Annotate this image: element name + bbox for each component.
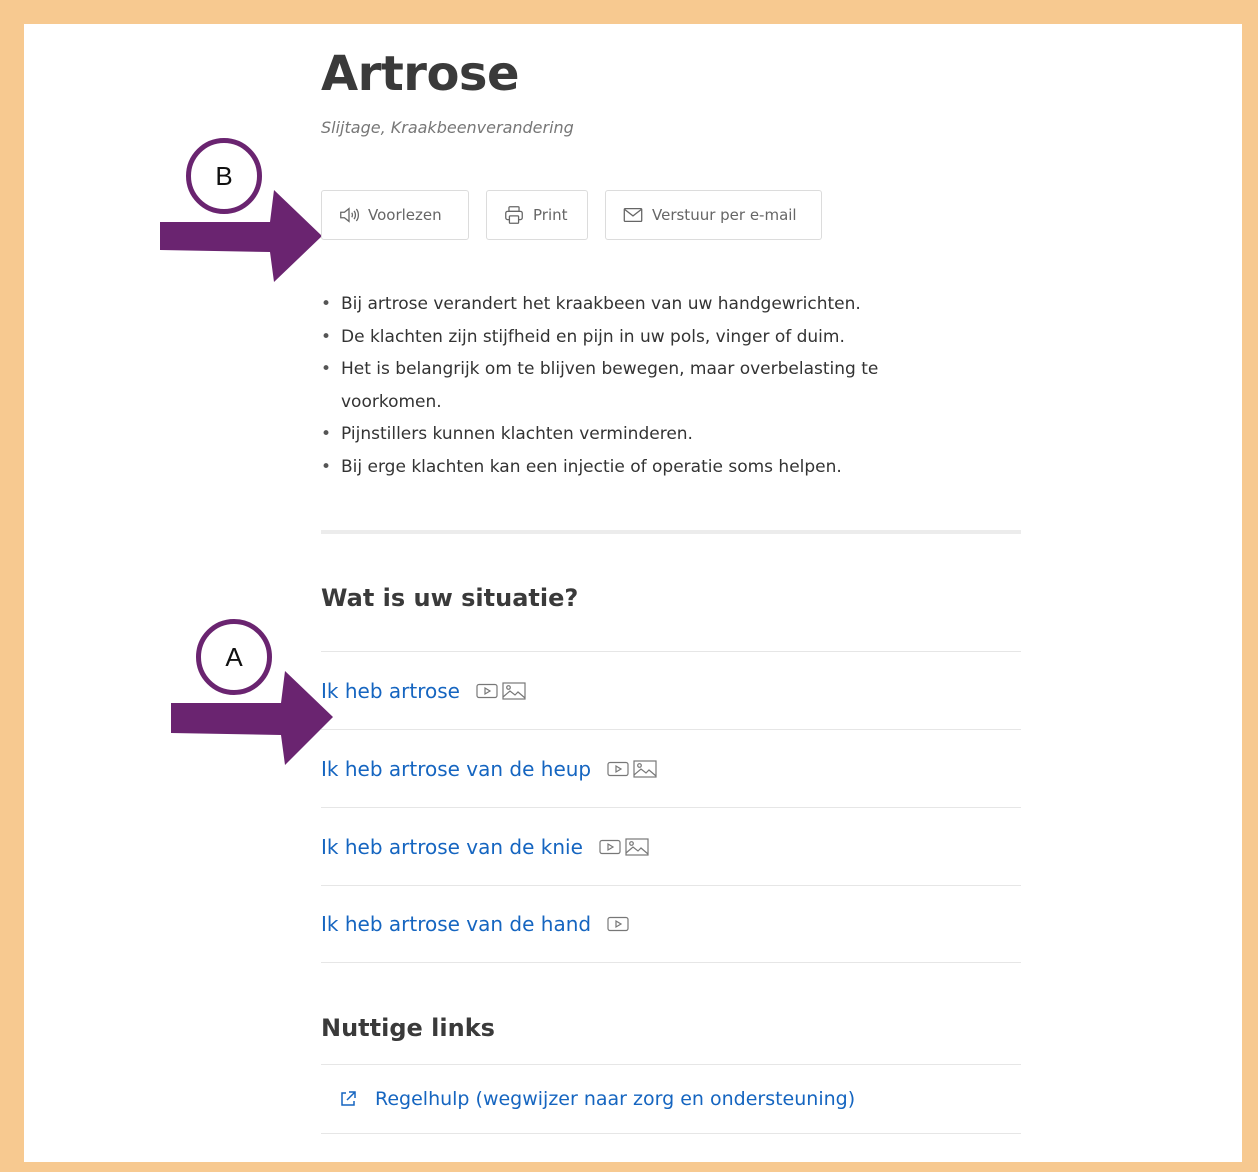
video-icon <box>607 761 629 776</box>
speaker-icon <box>340 207 360 223</box>
list-item: Ik heb artrose van de heup <box>321 729 1021 807</box>
situation-link-hand[interactable]: Ik heb artrose van de hand <box>321 912 591 936</box>
summary-item: De klachten zijn stijfheid en pijn in uw… <box>321 321 961 354</box>
summary-item: Bij artrose verandert het kraakbeen van … <box>321 288 961 321</box>
read-aloud-button[interactable]: Voorlezen <box>321 190 469 240</box>
video-icon <box>476 683 498 698</box>
summary-item: Het is belangrijk om te blijven bewegen,… <box>321 353 961 418</box>
list-item: Ik heb artrose van de hand <box>321 885 1021 963</box>
situation-heading: Wat is uw situatie? <box>321 584 579 612</box>
list-item: Ik heb artrose van de knie <box>321 807 1021 885</box>
external-link-icon <box>341 1091 356 1106</box>
situation-link-artrose[interactable]: Ik heb artrose <box>321 679 460 703</box>
page: B A Artrose Slijtage, Kraakbeenveranderi… <box>24 24 1242 1162</box>
summary-item: Pijnstillers kunnen klachten verminderen… <box>321 418 961 451</box>
annotation-arrow-icon <box>171 671 333 765</box>
situation-link-knie[interactable]: Ik heb artrose van de knie <box>321 835 583 859</box>
summary-list: Bij artrose verandert het kraakbeen van … <box>321 288 961 484</box>
list-item: Ik heb artrose <box>321 651 1021 729</box>
situation-list: Ik heb artrose Ik heb artrose van de heu… <box>321 651 1021 963</box>
print-button[interactable]: Print <box>486 190 588 240</box>
image-icon <box>625 837 649 856</box>
useful-links-heading: Nuttige links <box>321 1014 495 1042</box>
annotation-arrow-icon <box>160 190 322 282</box>
email-label: Verstuur per e-mail <box>652 206 797 224</box>
printer-icon <box>505 206 523 224</box>
image-icon <box>633 759 657 778</box>
print-label: Print <box>533 206 568 224</box>
video-icon <box>599 839 621 854</box>
page-title: Artrose <box>321 46 520 102</box>
situation-link-heup[interactable]: Ik heb artrose van de heup <box>321 757 591 781</box>
useful-links-list: Regelhulp (wegwijzer naar zorg en onders… <box>321 1064 1021 1134</box>
read-aloud-label: Voorlezen <box>368 206 442 224</box>
section-divider <box>321 530 1021 534</box>
video-icon <box>607 916 629 932</box>
list-item: Regelhulp (wegwijzer naar zorg en onders… <box>321 1064 1021 1134</box>
regelhulp-link[interactable]: Regelhulp (wegwijzer naar zorg en onders… <box>375 1088 855 1110</box>
action-toolbar: Voorlezen Print Verstuur per e-mail <box>321 190 822 240</box>
image-icon <box>502 681 526 700</box>
envelope-icon <box>623 207 643 223</box>
summary-item: Bij erge klachten kan een injectie of op… <box>321 451 961 484</box>
page-subtitle: Slijtage, Kraakbeenverandering <box>321 118 574 137</box>
email-button[interactable]: Verstuur per e-mail <box>605 190 822 240</box>
